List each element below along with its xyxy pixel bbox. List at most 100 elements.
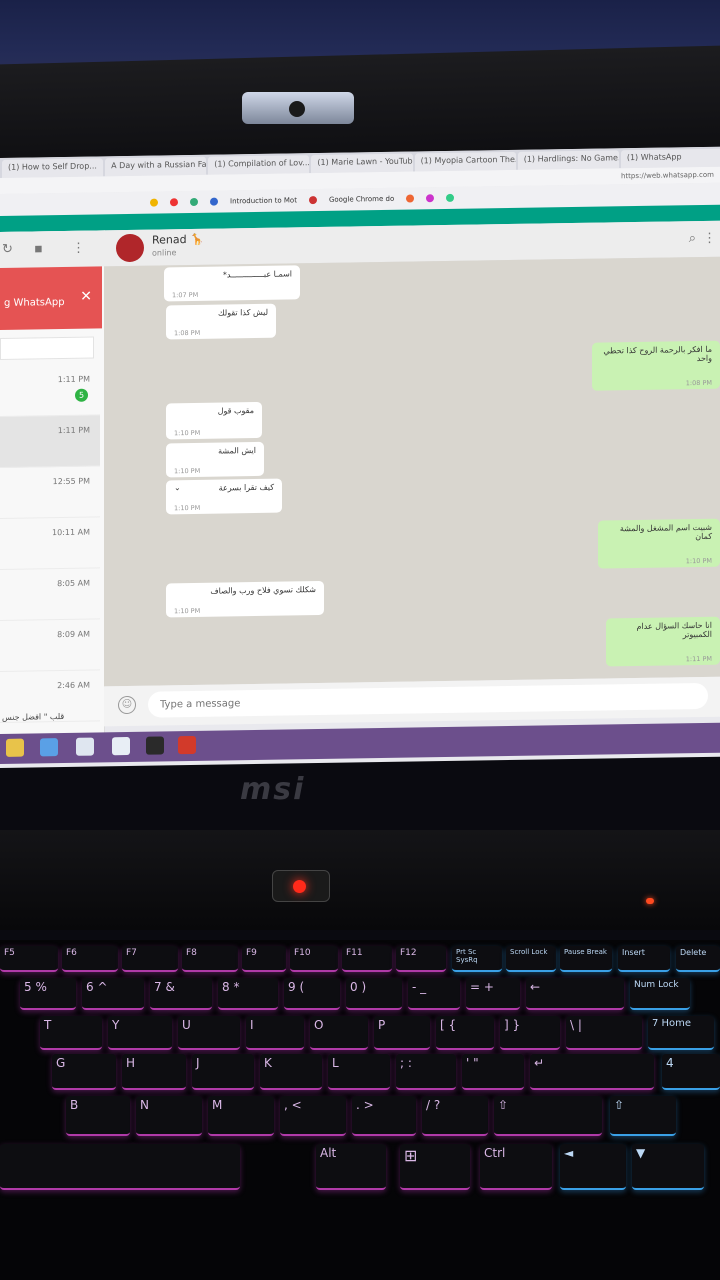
browser-tab[interactable]: (1) Myopia Cartoon The... [414,151,516,172]
key[interactable]: 8 * [218,978,278,1010]
message-bubble[interactable]: مقوب قول 1:10 PM [166,401,262,440]
key[interactable]: F5 [0,946,58,972]
key[interactable]: F11 [342,946,392,972]
key[interactable]: = + [466,978,520,1010]
key[interactable]: Pause Break [560,946,612,972]
key[interactable]: F7 [122,946,178,972]
list-item[interactable]: 8:09 AM [0,619,100,672]
message-input[interactable] [148,682,708,718]
key[interactable]: I [246,1016,304,1050]
browser-tab[interactable]: (1) Hardlings: No Game... [517,150,619,170]
key[interactable]: ' " [462,1054,524,1090]
key[interactable]: Prt Sc SysRq [452,946,502,972]
pdf-reader-icon[interactable] [178,735,196,755]
emoji-icon[interactable]: ☺ [118,695,136,715]
list-item[interactable]: 10:11 AM [0,517,100,570]
key[interactable]: G [52,1054,116,1090]
key[interactable]: Insert [618,946,670,972]
key[interactable]: O [310,1016,368,1050]
key[interactable]: - _ [408,978,460,1010]
shift-key[interactable]: ⇧ [610,1096,676,1136]
contact-name[interactable]: Renad 🦒 [152,233,204,247]
bookmark-icon[interactable] [210,197,218,206]
key[interactable]: 7 & [150,978,212,1010]
browser-tab[interactable]: (1) How to Self Drop... [2,158,104,178]
message-bubble[interactable]: ما افكر بالرحمة الروح كذا تحطي واحد 1:08… [592,340,720,391]
search-icon[interactable]: ⌕ [689,231,696,246]
key[interactable]: B [66,1096,130,1136]
alt-key[interactable]: Alt [316,1144,386,1190]
app-icon[interactable] [6,738,24,757]
key[interactable]: / ? [422,1096,488,1136]
menu-icon[interactable]: ⋮ [703,231,716,246]
message-bubble[interactable]: ايش المشة 1:10 PM [166,441,264,478]
browser-tab[interactable]: (1) WhatsApp [620,148,720,169]
key[interactable]: N [136,1096,202,1136]
key[interactable]: P [374,1016,430,1050]
space-bar[interactable] [0,1144,240,1190]
browser-tab[interactable]: A Day with a Russian Fa... [105,156,207,177]
new-chat-icon[interactable]: ▪ [34,241,48,256]
message-bubble[interactable]: ليش كذا تقولك 1:08 PM [166,303,276,340]
list-item[interactable]: 1:11 PM [0,415,100,468]
epic-games-icon[interactable] [146,736,164,755]
message-bubble[interactable]: ⌄ كيف تقرا بسرعة 1:10 PM [166,478,282,515]
key[interactable]: F12 [396,946,446,972]
key[interactable]: Y [108,1016,172,1050]
close-icon[interactable]: ✕ [80,289,92,305]
bookmark-icon[interactable] [406,194,415,203]
app-icon[interactable] [40,738,58,757]
key[interactable]: F6 [62,946,118,972]
message-bubble[interactable]: شكلك تسوي فلاح ورب والصاف 1:10 PM [166,580,324,618]
list-item[interactable]: 8:05 AM [0,568,100,621]
windows-key[interactable]: ⊞ [400,1144,470,1190]
backspace-key[interactable]: ← [526,978,624,1010]
menu-icon[interactable]: ⋮ [72,241,86,256]
key[interactable]: L [328,1054,390,1090]
app-icon[interactable] [112,736,130,756]
down-arrow-key[interactable]: ▼ [632,1144,704,1190]
key[interactable]: 7 Home [648,1016,714,1050]
key[interactable]: J [192,1054,254,1090]
bookmark-icon[interactable] [308,196,317,205]
message-bubble[interactable]: شبيت اسم المشغل والمشة كمان 1:10 PM [598,518,720,569]
chevron-down-icon[interactable]: ⌄ [174,483,181,492]
key[interactable]: F10 [290,946,338,972]
key[interactable]: K [260,1054,322,1090]
key[interactable]: Delete [676,946,720,972]
key[interactable]: , < [280,1096,346,1136]
key[interactable]: [ { [436,1016,494,1050]
key[interactable]: . > [352,1096,416,1136]
bookmark-icon[interactable] [170,198,178,207]
bookmark-icon[interactable] [150,198,158,207]
bookmark-item[interactable]: Google Chrome do [329,195,394,204]
key[interactable]: F8 [182,946,238,972]
browser-tab[interactable]: (1) Compilation of Lov... [208,155,310,175]
key[interactable]: 5 % [20,978,76,1010]
bookmark-icon[interactable] [426,194,435,203]
key[interactable]: U [178,1016,240,1050]
key[interactable]: 4 [662,1054,720,1090]
app-icon[interactable] [76,737,94,756]
key[interactable]: ] } [500,1016,560,1050]
message-bubble[interactable]: انا حاسك السؤال عدام الكمبيوتر 1:11 PM [606,616,720,667]
power-button[interactable] [272,870,330,902]
key[interactable]: M [208,1096,274,1136]
avatar[interactable] [116,233,144,263]
search-input[interactable] [0,336,94,360]
key[interactable]: H [122,1054,186,1090]
key[interactable]: 6 ^ [82,978,144,1010]
key[interactable]: T [40,1016,102,1050]
key[interactable]: F9 [242,946,286,972]
list-item[interactable]: 12:55 PM [0,466,100,519]
status-icon[interactable]: ↻ [2,242,16,257]
key[interactable]: \ | [566,1016,642,1050]
browser-tab[interactable]: (1) Marie Lawn - YouTub... [311,153,413,174]
shift-key[interactable]: ⇧ [494,1096,602,1136]
bookmark-icon[interactable] [190,197,198,207]
bookmark-icon[interactable] [446,193,455,202]
key[interactable]: Num Lock [630,978,690,1010]
key[interactable]: ; : [396,1054,456,1090]
bookmark-item[interactable]: Introduction to Mot [230,196,297,205]
enter-key[interactable]: ↵ [530,1054,654,1090]
